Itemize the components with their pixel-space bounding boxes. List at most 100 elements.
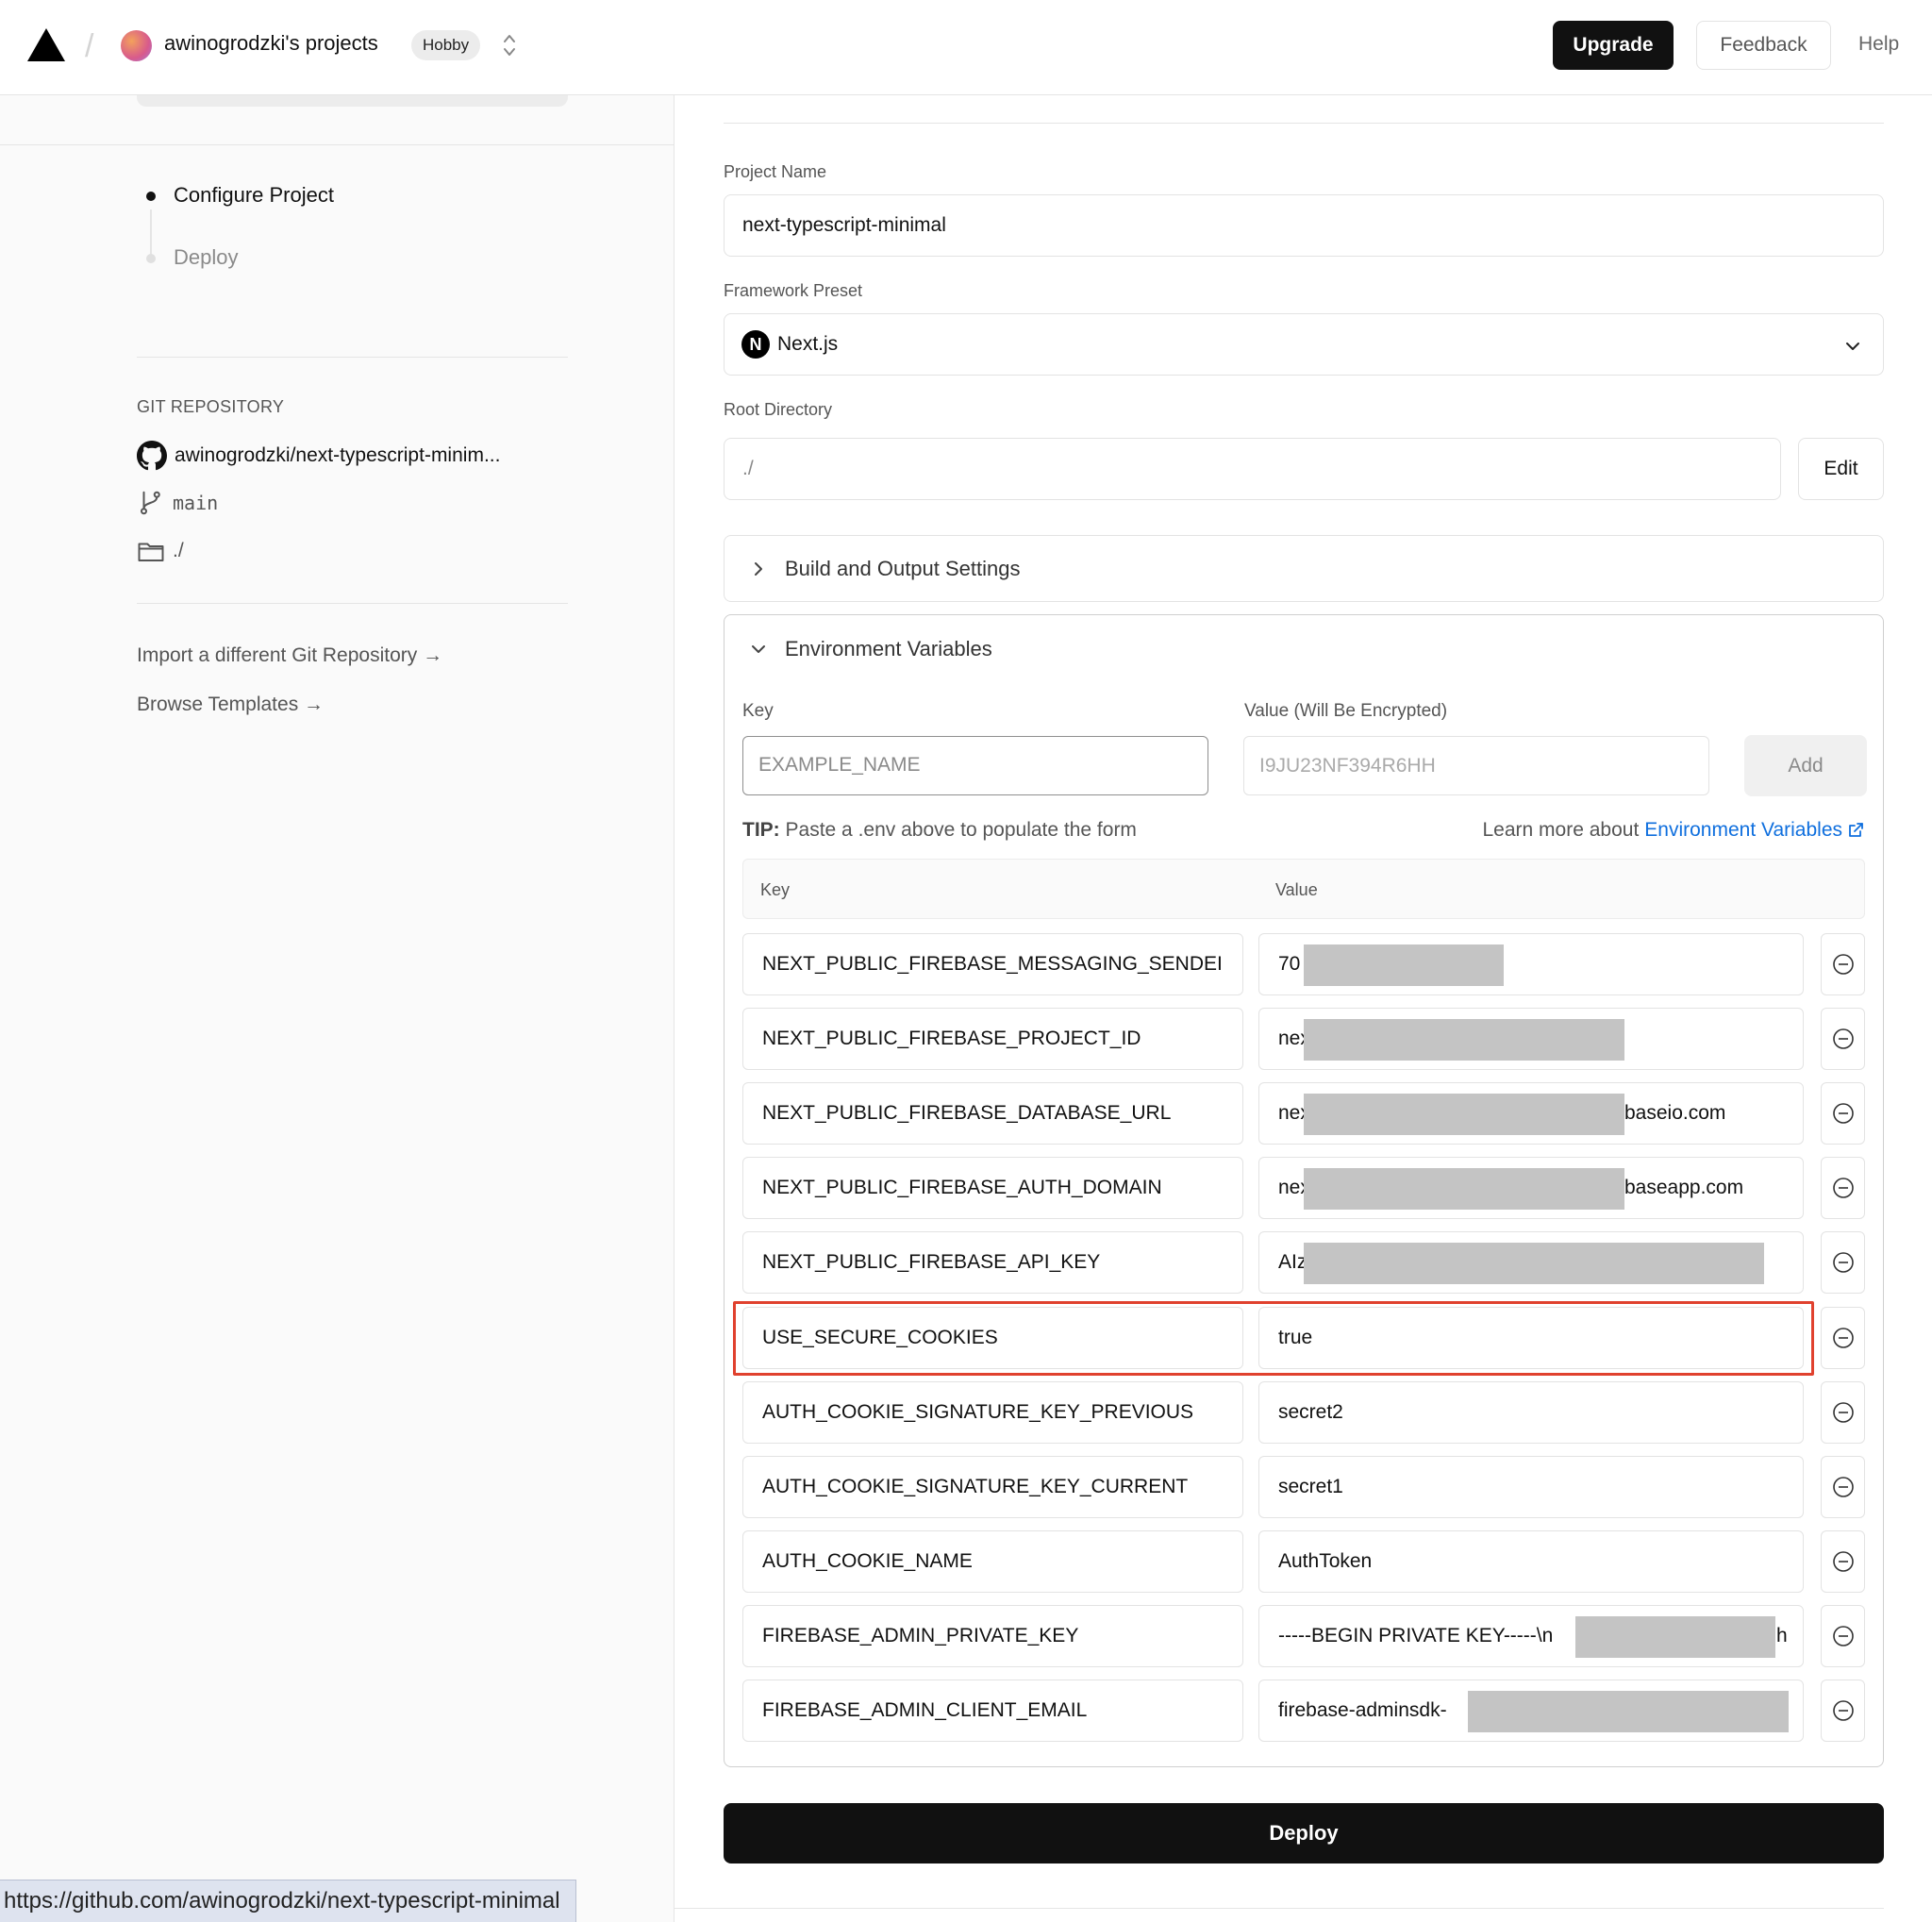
sidebar: Configure Project Deploy GIT REPOSITORY … [0, 95, 675, 1922]
env-row-value[interactable]: true [1258, 1307, 1804, 1369]
tip-prefix: TIP: [742, 819, 780, 841]
branch-row: main [137, 489, 218, 517]
env-row-key[interactable]: AUTH_COOKIE_SIGNATURE_KEY_CURRENT [742, 1456, 1243, 1518]
framework-preset-select[interactable]: N Next.js [724, 313, 1884, 376]
directory-row: ./ [137, 537, 184, 565]
step-configure-project: Configure Project [174, 183, 334, 207]
env-row-key[interactable]: NEXT_PUBLIC_FIREBASE_AUTH_DOMAIN [742, 1157, 1243, 1219]
remove-env-button[interactable] [1821, 1157, 1865, 1219]
env-row: AUTH_COOKIE_SIGNATURE_KEY_CURRENT secret… [742, 1456, 1865, 1518]
repo-name: awinogrodzki/next-typescript-minim... [175, 444, 501, 466]
env-row-value[interactable]: secret2 [1258, 1381, 1804, 1444]
env-row-value[interactable]: nex baseio.com [1258, 1082, 1804, 1145]
nextjs-logo-icon: N [741, 330, 770, 359]
remove-env-button[interactable] [1821, 1231, 1865, 1294]
env-row-value-text: firebase-adminsdk- [1278, 1699, 1447, 1721]
divider [724, 123, 1884, 124]
env-value-input[interactable]: I9JU23NF394R6HH [1243, 736, 1709, 795]
external-link-icon [1849, 823, 1863, 837]
env-row-key[interactable]: FIREBASE_ADMIN_PRIVATE_KEY [742, 1605, 1243, 1667]
redaction-block [1468, 1691, 1789, 1732]
env-row-key[interactable]: NEXT_PUBLIC_FIREBASE_API_KEY [742, 1231, 1243, 1294]
step-dot-inactive [146, 254, 156, 263]
remove-env-button[interactable] [1821, 1307, 1865, 1369]
env-key-input[interactable]: EXAMPLE_NAME [742, 736, 1208, 795]
env-row-value-text: AIz [1278, 1251, 1307, 1273]
build-output-settings-accordion[interactable]: Build and Output Settings [724, 535, 1884, 602]
minus-circle-icon [1832, 1700, 1854, 1721]
framework-value: Next.js [777, 333, 839, 355]
framework-preset-label: Framework Preset [724, 281, 863, 300]
env-row-key[interactable]: FIREBASE_ADMIN_CLIENT_EMAIL [742, 1680, 1243, 1742]
branch-name: main [173, 492, 219, 514]
team-name[interactable]: awinogrodzki's projects [164, 31, 378, 56]
remove-env-button[interactable] [1821, 1456, 1865, 1518]
env-row-key[interactable]: NEXT_PUBLIC_FIREBASE_DATABASE_URL [742, 1082, 1243, 1145]
env-row-key[interactable]: AUTH_COOKIE_NAME [742, 1530, 1243, 1593]
env-row: AUTH_COOKIE_SIGNATURE_KEY_PREVIOUS secre… [742, 1381, 1865, 1444]
sidebar-card-edge [137, 95, 568, 107]
minus-circle-icon [1832, 1178, 1854, 1198]
env-row-value[interactable]: secret1 [1258, 1456, 1804, 1518]
table-header-key: Key [760, 880, 791, 899]
feedback-button[interactable]: Feedback [1696, 21, 1831, 70]
env-row-value-text: AuthToken [1278, 1550, 1373, 1572]
learn-more-text: Learn more about [1482, 819, 1640, 841]
redaction-block [1304, 1168, 1624, 1210]
breadcrumb-separator: / [85, 28, 94, 64]
env-row-value[interactable]: firebase-adminsdk- [1258, 1680, 1804, 1742]
remove-env-button[interactable] [1821, 1082, 1865, 1145]
env-row-value[interactable]: 70 [1258, 933, 1804, 995]
redaction-block [1304, 944, 1504, 986]
repo-row[interactable]: awinogrodzki/next-typescript-minim... [137, 441, 500, 471]
remove-env-button[interactable] [1821, 933, 1865, 995]
plan-badge: Hobby [411, 30, 481, 60]
remove-env-button[interactable] [1821, 1530, 1865, 1593]
minus-circle-icon [1832, 1252, 1854, 1273]
remove-env-button[interactable] [1821, 1680, 1865, 1742]
vercel-logo-icon[interactable] [27, 28, 65, 61]
add-env-button[interactable]: Add [1744, 735, 1867, 796]
redaction-block [1304, 1094, 1624, 1135]
env-row: NEXT_PUBLIC_FIREBASE_API_KEY AIz [742, 1231, 1865, 1294]
divider [137, 603, 568, 604]
env-row-value[interactable]: AuthToken [1258, 1530, 1804, 1593]
edit-root-directory-button[interactable]: Edit [1798, 438, 1884, 500]
environment-variables-link[interactable]: Environment Variables [1644, 819, 1842, 842]
import-different-repo-link[interactable]: Import a different Git Repository → [137, 644, 442, 667]
environment-variables-title[interactable]: Environment Variables [785, 637, 992, 661]
env-row-key[interactable]: AUTH_COOKIE_SIGNATURE_KEY_PREVIOUS [742, 1381, 1243, 1444]
root-directory-input[interactable]: ./ [724, 438, 1781, 500]
env-row-value[interactable]: nex [1258, 1008, 1804, 1070]
remove-env-button[interactable] [1821, 1605, 1865, 1667]
remove-env-button[interactable] [1821, 1008, 1865, 1070]
redaction-block [1304, 1243, 1764, 1284]
root-directory-label: Root Directory [724, 400, 833, 419]
chevron-right-icon [755, 562, 762, 576]
minus-circle-icon [1832, 1551, 1854, 1572]
env-tip: TIP: Paste a .env above to populate the … [742, 819, 1137, 842]
build-output-settings-title: Build and Output Settings [785, 557, 1021, 580]
browse-templates-link[interactable]: Browse Templates → [137, 694, 324, 716]
project-name-input[interactable]: next-typescript-minimal [724, 194, 1884, 257]
help-link[interactable]: Help [1858, 33, 1899, 56]
minus-circle-icon [1832, 1626, 1854, 1646]
env-row-value[interactable]: AIz [1258, 1231, 1804, 1294]
directory-path: ./ [173, 540, 184, 561]
env-row-value-text: secret2 [1278, 1401, 1343, 1423]
chevron-down-icon[interactable] [749, 640, 768, 659]
env-row: AUTH_COOKIE_NAME AuthToken [742, 1530, 1865, 1593]
env-row-value[interactable]: nex baseapp.com [1258, 1157, 1804, 1219]
env-row-key[interactable]: NEXT_PUBLIC_FIREBASE_MESSAGING_SENDEI [742, 933, 1243, 995]
chevron-up-down-icon[interactable] [500, 30, 519, 60]
env-row-key[interactable]: USE_SECURE_COOKIES [742, 1307, 1243, 1369]
env-table-header: Key Value [742, 859, 1865, 919]
env-row-value[interactable]: -----BEGIN PRIVATE KEY-----\n h [1258, 1605, 1804, 1667]
divider [0, 144, 675, 145]
upgrade-button[interactable]: Upgrade [1553, 21, 1674, 70]
env-row: USE_SECURE_COOKIES true [742, 1307, 1865, 1369]
env-row-key[interactable]: NEXT_PUBLIC_FIREBASE_PROJECT_ID [742, 1008, 1243, 1070]
deploy-button[interactable]: Deploy [724, 1803, 1884, 1864]
github-icon [137, 441, 167, 471]
remove-env-button[interactable] [1821, 1381, 1865, 1444]
